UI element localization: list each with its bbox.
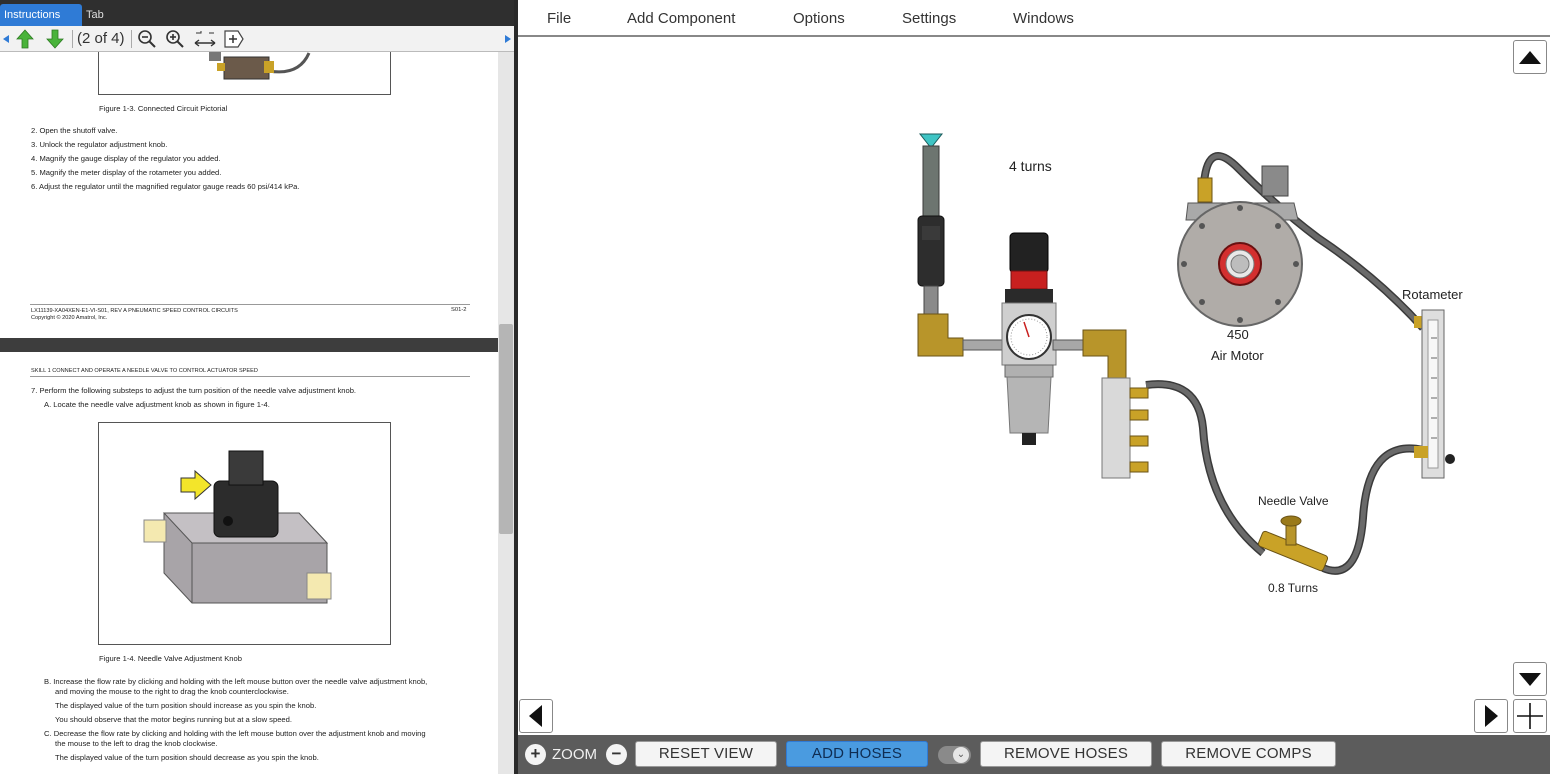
- triangle-down-icon: [1519, 673, 1541, 686]
- copyright: Copyright © 2020 Amatrol, Inc.: [31, 315, 108, 321]
- figure-1-4: [98, 422, 391, 645]
- remove-hoses-button[interactable]: REMOVE HOSES: [980, 741, 1152, 767]
- reset-view-button[interactable]: RESET VIEW: [635, 741, 777, 767]
- scroll-left-button[interactable]: [519, 699, 553, 733]
- menu-settings[interactable]: Settings: [902, 10, 956, 27]
- circuit-diagram: [917, 133, 1455, 575]
- header-rule: [30, 376, 470, 377]
- instruction-step: 5. Magnify the meter display of the rota…: [31, 168, 222, 177]
- triangle-left-icon: [529, 705, 542, 727]
- needle-valve-knob-image: [143, 450, 332, 604]
- hose-manifold-to-needle-valve[interactable]: [1145, 380, 1266, 557]
- air-motor[interactable]: [1177, 165, 1303, 327]
- fit-page-icon[interactable]: [223, 29, 245, 49]
- menu-options[interactable]: Options: [793, 10, 845, 27]
- rotameter[interactable]: [1414, 309, 1455, 479]
- filter-regulator[interactable]: [1001, 232, 1057, 445]
- instruction-substep: C. Decrease the flow rate by clicking an…: [44, 729, 426, 738]
- toolbar-scroll-left-icon[interactable]: [3, 35, 9, 43]
- menu-windows[interactable]: Windows: [1013, 10, 1074, 27]
- add-hoses-button[interactable]: ADD HOSES: [786, 741, 928, 767]
- instruction-step: 6. Adjust the regulator until the magnif…: [31, 182, 300, 191]
- air-motor-rpm-readout: 450: [1227, 327, 1249, 342]
- footer-rule: [30, 304, 470, 305]
- fit-width-icon[interactable]: [193, 29, 217, 49]
- simulator-panel: File Add Component Options Settings Wind…: [518, 0, 1550, 774]
- instruction-substep: the mouse to the left to drag the knob c…: [55, 739, 218, 748]
- page-footer: LX11139-XA04XEN-E1-VI-S01, REV A PNEUMAT…: [31, 308, 238, 314]
- connected-circuit-pictorial-image: [209, 52, 311, 80]
- add-view-button[interactable]: [1513, 699, 1547, 733]
- plus-icon: [1517, 703, 1543, 729]
- instruction-substep: The displayed value of the turn position…: [55, 753, 319, 762]
- scroll-up-button[interactable]: [1513, 40, 1547, 74]
- needle-valve-turns-readout: 0.8 Turns: [1268, 581, 1319, 595]
- circuit-canvas[interactable]: 4 turns 450 Air Motor Rotameter Needle V…: [518, 38, 1550, 735]
- next-page-arrow-icon[interactable]: [46, 29, 64, 49]
- instruction-substep: You should observe that the motor begins…: [55, 715, 292, 724]
- menu-add-component[interactable]: Add Component: [627, 10, 735, 27]
- previous-page-arrow-icon[interactable]: [16, 29, 34, 49]
- remove-comps-button[interactable]: REMOVE COMPS: [1161, 741, 1336, 767]
- instruction-step: 7. Perform the following substeps to adj…: [31, 386, 357, 395]
- air-motor-label: Air Motor: [1211, 348, 1264, 363]
- tab-instructions[interactable]: Instructions: [0, 4, 82, 26]
- zoom-out-button[interactable]: −: [606, 744, 627, 765]
- zoom-label: ZOOM: [552, 746, 597, 763]
- scroll-down-button[interactable]: [1513, 662, 1547, 696]
- needle-valve-label: Needle Valve: [1258, 494, 1329, 508]
- document-scrollbar[interactable]: [498, 52, 514, 774]
- page-number: S01-2: [451, 307, 467, 313]
- menu-file[interactable]: File: [547, 10, 571, 27]
- figure-caption: Figure 1-4. Needle Valve Adjustment Knob: [99, 654, 242, 663]
- instruction-substep: B. Increase the flow rate by clicking an…: [44, 677, 428, 686]
- instruction-substep: A. Locate the needle valve adjustment kn…: [44, 400, 270, 409]
- page-header: SKILL 1 CONNECT AND OPERATE A NEEDLE VAL…: [31, 368, 258, 374]
- zoom-out-icon[interactable]: [137, 29, 157, 49]
- instruction-substep: The displayed value of the turn position…: [55, 701, 317, 710]
- needle-valve[interactable]: [1257, 515, 1329, 572]
- tab-bar: Instructions Tab: [0, 0, 514, 26]
- hose-needle-valve-to-rotameter[interactable]: [1321, 444, 1424, 575]
- manifold[interactable]: [1101, 377, 1149, 479]
- instruction-step: 3. Unlock the regulator adjustment knob.: [31, 140, 168, 149]
- figure-caption: Figure 1-3. Connected Circuit Pictorial: [99, 104, 228, 113]
- menu-bar: File Add Component Options Settings Wind…: [518, 0, 1550, 37]
- instruction-step: 2. Open the shutoff valve.: [31, 126, 118, 135]
- document-viewer[interactable]: Figure 1-3. Connected Circuit Pictorial …: [0, 52, 498, 774]
- document-page-1: Figure 1-3. Connected Circuit Pictorial …: [0, 52, 498, 338]
- hose-toggle[interactable]: ⌄: [938, 746, 971, 764]
- rotameter-label: Rotameter: [1402, 287, 1463, 302]
- scrollbar-thumb[interactable]: [499, 324, 513, 534]
- page-indicator: (2 of 4): [77, 30, 125, 47]
- instructions-panel: Instructions Tab (2 of 4) Figure 1-3. Co…: [0, 0, 514, 774]
- bottom-toolbar: + ZOOM − RESET VIEW ADD HOSES ⌄ REMOVE H…: [518, 735, 1550, 774]
- document-toolbar: (2 of 4): [0, 26, 514, 52]
- toolbar-separator: [72, 30, 73, 48]
- triangle-right-icon: [1485, 705, 1498, 727]
- zoom-in-button[interactable]: +: [525, 744, 546, 765]
- toolbar-separator: [131, 30, 132, 48]
- instruction-substep: and moving the mouse to the right to dra…: [55, 687, 289, 696]
- instruction-step: 4. Magnify the gauge display of the regu…: [31, 154, 221, 163]
- toolbar-scroll-right-icon[interactable]: [505, 35, 511, 43]
- figure-1-3: [98, 52, 391, 95]
- document-page-2: SKILL 1 CONNECT AND OPERATE A NEEDLE VAL…: [0, 352, 498, 774]
- chevron-down-icon: ⌄: [953, 747, 969, 763]
- air-inlet-pipe[interactable]: [917, 133, 964, 357]
- triangle-up-icon: [1519, 51, 1541, 64]
- scroll-right-button[interactable]: [1474, 699, 1508, 733]
- zoom-in-icon[interactable]: [165, 29, 185, 49]
- tab-secondary[interactable]: Tab: [82, 4, 142, 26]
- regulator-turns-readout: 4 turns: [1009, 158, 1052, 174]
